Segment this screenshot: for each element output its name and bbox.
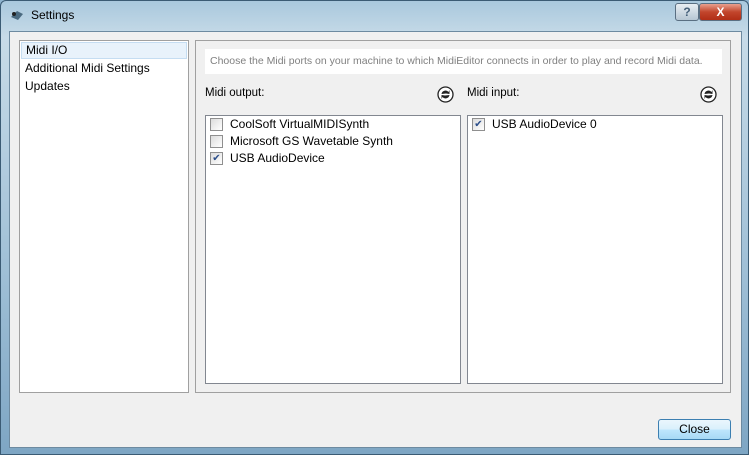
- window-close-button[interactable]: X: [699, 3, 742, 21]
- help-button[interactable]: ?: [675, 3, 699, 21]
- checkbox[interactable]: [210, 135, 223, 148]
- window-title: Settings: [31, 8, 75, 22]
- list-item[interactable]: Microsoft GS Wavetable Synth: [206, 133, 460, 150]
- item-label: USB AudioDevice: [230, 151, 325, 165]
- dialog-body: Midi I/O Additional Midi Settings Update…: [9, 31, 742, 448]
- refresh-input-icon[interactable]: [700, 86, 717, 103]
- midi-io-panel: Choose the Midi ports on your machine to…: [195, 40, 731, 393]
- item-label: USB AudioDevice 0: [492, 117, 597, 131]
- midi-output-label: Midi output:: [205, 87, 265, 99]
- settings-nav: Midi I/O Additional Midi Settings Update…: [19, 40, 189, 393]
- midi-input-list: ✔ USB AudioDevice 0: [467, 115, 723, 384]
- sidebar-item-midi-io[interactable]: Midi I/O: [21, 42, 187, 59]
- list-item[interactable]: CoolSoft VirtualMIDISynth: [206, 116, 460, 133]
- info-text: Choose the Midi ports on your machine to…: [205, 49, 722, 74]
- sidebar-item-additional-midi-settings[interactable]: Additional Midi Settings: [21, 60, 187, 77]
- midi-input-label: Midi input:: [467, 87, 520, 99]
- checkbox-checked[interactable]: ✔: [210, 152, 223, 165]
- sidebar-item-updates[interactable]: Updates: [21, 78, 187, 95]
- app-icon: [11, 11, 23, 20]
- list-item[interactable]: ✔ USB AudioDevice: [206, 150, 460, 167]
- refresh-output-icon[interactable]: [437, 86, 454, 103]
- list-item[interactable]: ✔ USB AudioDevice 0: [468, 116, 722, 133]
- close-button[interactable]: Close: [658, 419, 731, 440]
- item-label: CoolSoft VirtualMIDISynth: [230, 117, 370, 131]
- midi-output-list: CoolSoft VirtualMIDISynth Microsoft GS W…: [205, 115, 461, 384]
- checkbox-checked[interactable]: ✔: [472, 118, 485, 131]
- item-label: Microsoft GS Wavetable Synth: [230, 134, 393, 148]
- checkbox[interactable]: [210, 118, 223, 131]
- settings-window: Settings ? X Midi I/O Additional Midi Se…: [0, 0, 749, 455]
